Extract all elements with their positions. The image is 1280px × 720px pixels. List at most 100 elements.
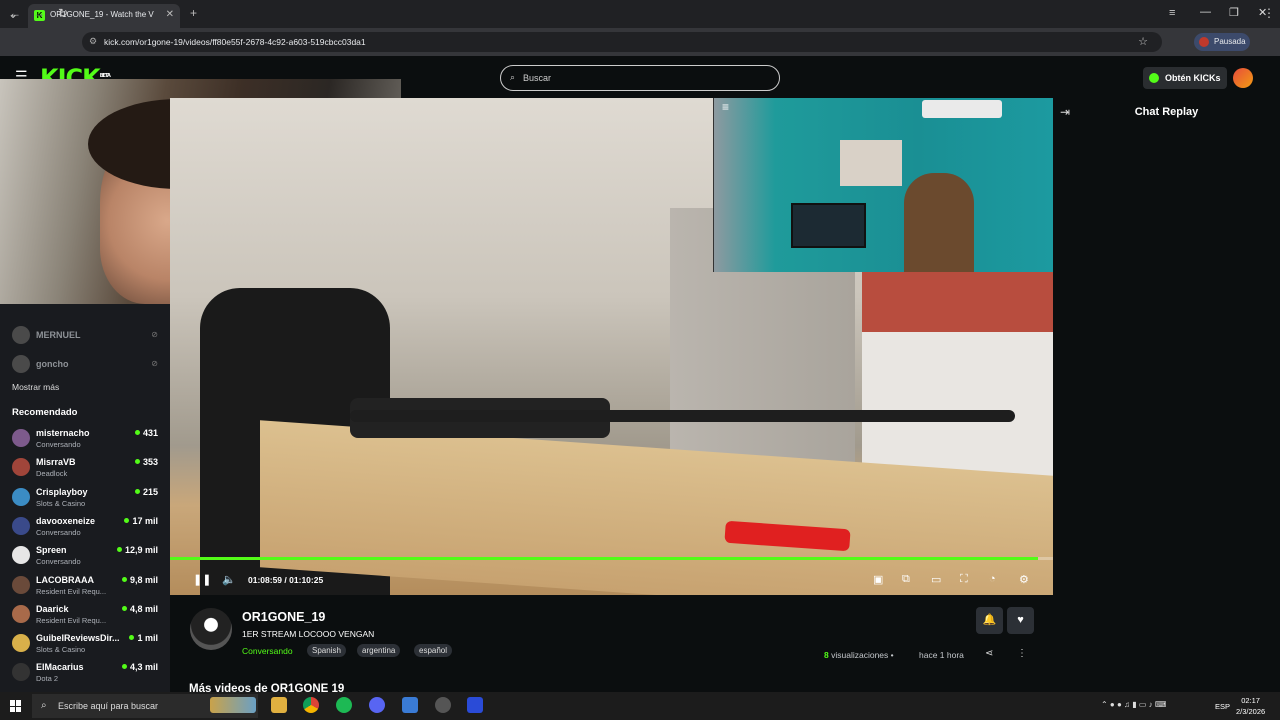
sidebar-item-spreen[interactable]: Spreen Conversando 12,9 mil (12, 544, 162, 572)
clock-time: 02:17 (1241, 696, 1260, 705)
minimize-icon[interactable]: — (1200, 6, 1211, 18)
bookmark-star-icon[interactable]: ☆ (1138, 35, 1148, 48)
sidebar-item-misrravb[interactable]: MisrraVB Deadlock 353 (12, 456, 162, 484)
user-avatar[interactable] (1233, 68, 1253, 88)
spotify-icon[interactable] (336, 697, 352, 713)
theater-mode-icon[interactable]: ▭ (931, 573, 941, 586)
app-icon[interactable] (467, 697, 483, 713)
forward-icon[interactable]: → (33, 6, 45, 20)
avatar (12, 326, 30, 344)
avatar (12, 429, 30, 447)
channel-category: Slots & Casino (36, 645, 86, 655)
channel-avatar[interactable] (190, 608, 232, 650)
progress-fill (170, 557, 1038, 560)
search-placeholder: Buscar (523, 73, 552, 83)
sidebar-item-guibelreviewsdir-[interactable]: GuibelReviewsDir... Slots & Casino 1 mil (12, 632, 162, 660)
chat-title: Chat Replay (1134, 106, 1199, 118)
sidebar-item-misternacho[interactable]: misternacho Conversando 431 (12, 427, 162, 455)
url-text: kick.com/or1gone-19/videos/ff80e55f-2678… (104, 37, 366, 47)
tab-close-icon[interactable]: ✕ (166, 9, 174, 20)
total-time: 01:10:25 (289, 575, 324, 585)
sidebar: MERNUEL ⊘ goncho ⊘ misternacho Conversand… (0, 304, 170, 692)
tag-espanol[interactable]: español (414, 644, 453, 657)
restore-icon[interactable]: ❐ (1229, 6, 1239, 19)
pip-video-overlay: ≡ (713, 98, 1053, 272)
profile-button[interactable]: Pausada (1194, 33, 1250, 51)
channel-name: GuibelReviewsDir... (36, 633, 120, 644)
file-explorer-icon[interactable] (271, 697, 287, 713)
sidebar-item-crisplayboy[interactable]: Crisplayboy Slots & Casino 215 (12, 486, 162, 514)
tray-icons[interactable]: ⌃ ● ● ♫ ▮ ▭ ♪ ⌨ (1101, 700, 1166, 709)
channel-category: Conversando (36, 527, 81, 537)
channel-name: ElMacarius (36, 662, 84, 673)
category-link[interactable]: Conversando (242, 646, 293, 656)
avatar (12, 634, 30, 653)
sidebar-item-goncho[interactable]: goncho ⊘ (12, 353, 162, 381)
weather-widget-icon[interactable] (210, 697, 256, 713)
sidebar-item-elmacarius[interactable]: ElMacarius Dota 2 4,3 mil (12, 661, 162, 689)
channel-category: Resident Evil Requ... (36, 615, 107, 625)
sidebar-item-davooxeneize[interactable]: davooxeneize Conversando 17 mil (12, 515, 162, 543)
fullscreen-icon[interactable]: ⛶ (960, 573, 968, 586)
viewer-count: 1 mil (129, 633, 158, 643)
scene-tv (791, 203, 866, 248)
separator-dot: • (890, 650, 894, 660)
avatar (12, 516, 30, 535)
more-options-icon[interactable]: ⋮ (1017, 648, 1027, 659)
views-label: visualizaciones (831, 650, 889, 660)
channel-name: davooxeneize (36, 515, 96, 526)
channel-name: goncho (36, 359, 69, 369)
pause-icon[interactable]: ❚❚ (193, 573, 211, 586)
store-icon[interactable] (402, 697, 418, 713)
tag-argentina[interactable]: argentina (357, 644, 401, 657)
scene-poster (840, 140, 902, 186)
channel-name: Spreen (36, 545, 67, 556)
discord-icon[interactable] (369, 697, 385, 713)
channel-category: Dota 2 (36, 674, 59, 684)
viewer-count: 431 (135, 428, 158, 438)
clip-icon[interactable]: ⧉ (902, 573, 910, 586)
chrome-icon[interactable] (303, 697, 319, 713)
tag-spanish[interactable]: Spanish (307, 644, 346, 657)
channel-name[interactable]: OR1GONE_19 (242, 610, 325, 624)
sidebar-item-mernuel[interactable]: MERNUEL ⊘ (12, 324, 162, 352)
clock[interactable]: 02:17 2/3/2026 (1236, 695, 1265, 717)
offline-icon: ⊘ (151, 330, 158, 339)
site-info-icon[interactable]: ⚙ (89, 36, 97, 47)
sidebar-item-daarick[interactable]: Daarick Resident Evil Requ... 4,8 mil (12, 603, 162, 631)
follow-button[interactable]: ♥ (1007, 607, 1034, 634)
search-input[interactable]: ⌕ Buscar (500, 65, 780, 91)
playback-speed-icon[interactable]: ◔ (989, 573, 996, 585)
notification-bell-button[interactable]: 🔔 (976, 607, 1003, 634)
address-bar[interactable]: ⚙ kick.com/or1gone-19/videos/ff80e55f-26… (82, 32, 1162, 52)
time-separator: / (284, 575, 287, 585)
avatar (12, 458, 30, 477)
get-kicks-button[interactable]: Obtén KICKs (1143, 67, 1227, 89)
bell-icon: 🔔 (982, 614, 997, 626)
channel-name: MERNUEL (36, 330, 81, 340)
channel-category: Conversando (36, 440, 81, 449)
scene-person (904, 173, 974, 272)
channel-name: Crisplayboy (36, 486, 88, 497)
show-more-link[interactable]: Mostrar más (12, 382, 59, 392)
current-time: 01:08:59 (248, 575, 283, 585)
windows-start-icon[interactable] (10, 700, 22, 712)
language-indicator[interactable]: ESP (1215, 702, 1230, 711)
reload-icon[interactable]: ↻ (58, 6, 68, 20)
menu-icon: ≡ (722, 100, 730, 114)
channel-category: Conversando (36, 557, 81, 567)
settings-gear-icon[interactable]: ⚙ (1019, 573, 1029, 586)
browser-tab[interactable]: K OR1GONE_19 - Watch the V ✕ (28, 4, 180, 28)
browser-menu-icon[interactable]: ⋮ (1263, 6, 1275, 20)
media-control-icon[interactable]: ≡ (1169, 7, 1175, 19)
back-icon[interactable]: ← (9, 6, 21, 20)
sidebar-item-lacobraaa[interactable]: LACOBRAAA Resident Evil Requ... 9,8 mil (12, 574, 162, 602)
viewer-count: 9,8 mil (122, 575, 158, 585)
obs-icon[interactable] (435, 697, 451, 713)
viewer-count: 4,8 mil (122, 604, 158, 614)
miniplayer-icon[interactable]: ▣ (873, 573, 883, 586)
new-tab-icon[interactable]: + (190, 6, 197, 20)
share-icon[interactable]: ⋖ (985, 648, 993, 659)
volume-icon[interactable]: 🔈 (222, 573, 236, 586)
chat-panel (1053, 98, 1280, 692)
